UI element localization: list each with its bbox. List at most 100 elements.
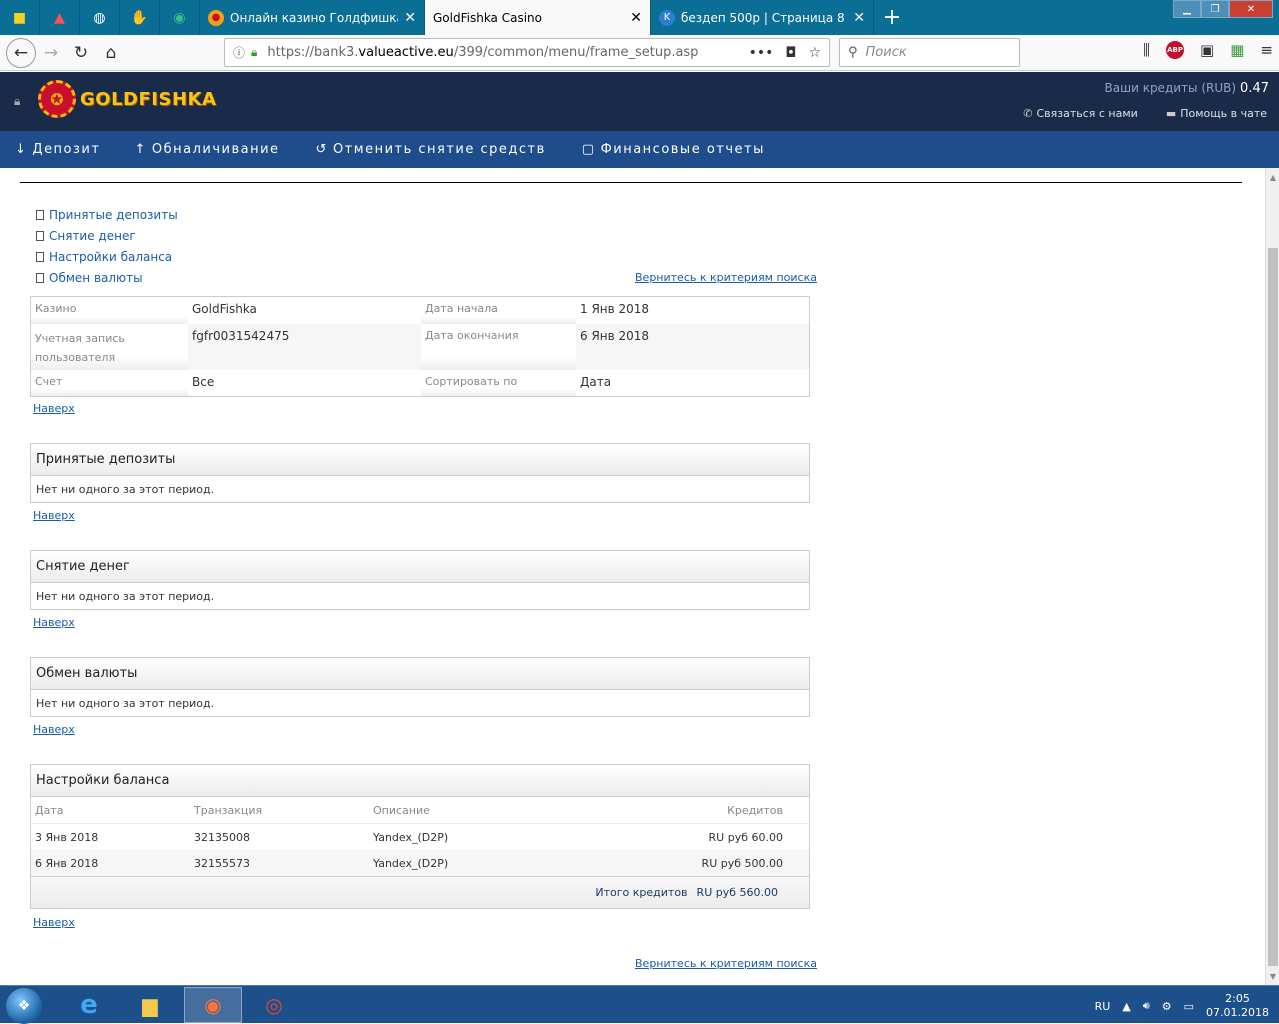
- undo-icon: ↺: [315, 142, 328, 157]
- network-icon[interactable]: ⚙: [1162, 1000, 1172, 1013]
- pinned-tab-4[interactable]: ✋: [120, 0, 160, 35]
- browser-tab-strip: ■ ▲ ◍ ✋ ◉ ● Онлайн казино Голдфишка (G ✕…: [0, 0, 1279, 35]
- tab-goldfishka-casino[interactable]: GoldFishka Casino ✕: [425, 0, 651, 35]
- action-center-icon[interactable]: ▭: [1184, 1000, 1194, 1013]
- extension-icon: ▲: [54, 9, 65, 26]
- home-button[interactable]: ⌂: [96, 38, 126, 68]
- scrollbar-thumb[interactable]: [1268, 248, 1278, 966]
- criteria-value: fgfr0031542475: [192, 329, 290, 343]
- info-icon[interactable]: ⓘ: [233, 44, 245, 61]
- goldfishka-logo[interactable]: ✪ GOLDFISHKA: [38, 80, 216, 118]
- sidebar-icon[interactable]: ▣: [1200, 41, 1214, 59]
- casino-chip-icon: ✪: [38, 80, 76, 118]
- live-chat-link[interactable]: ▬ Помощь в чате: [1166, 107, 1267, 120]
- cell-date: 6 Янв 2018: [35, 856, 99, 870]
- taskbar-firefox[interactable]: ◉: [184, 987, 242, 1023]
- cell-date: 3 Янв 2018: [35, 830, 99, 844]
- scroll-up-icon[interactable]: ▲: [1266, 170, 1279, 184]
- volume-icon[interactable]: 🔊︎: [1143, 999, 1150, 1013]
- url-bar[interactable]: ⓘ 🔒︎ https://bank3.valueactive.eu/399/co…: [224, 38, 830, 67]
- start-button[interactable]: ❖: [6, 988, 42, 1024]
- back-to-top-link[interactable]: Наверх: [33, 723, 75, 736]
- pocket-icon[interactable]: ◘: [785, 45, 796, 61]
- balance-table-header: Дата Транзакция Описание Кредитов: [31, 797, 809, 824]
- close-tab-icon[interactable]: ✕: [404, 10, 416, 26]
- quick-link-label[interactable]: Настройки баланса: [49, 250, 172, 264]
- quick-link-label[interactable]: Снятие денег: [49, 229, 136, 243]
- language-indicator[interactable]: RU: [1095, 1000, 1111, 1013]
- back-to-top-link[interactable]: Наверх: [33, 916, 75, 929]
- column-header-transaction: Транзакция: [194, 803, 263, 817]
- new-tab-button[interactable]: +: [874, 0, 910, 35]
- adblock-icon[interactable]: ABP: [1166, 41, 1185, 59]
- back-to-top-link[interactable]: Наверх: [33, 509, 75, 522]
- back-to-search-link[interactable]: Вернитесь к критериям поиска: [635, 271, 817, 284]
- menu-cashout[interactable]: ↑ Обналичивание: [134, 142, 279, 157]
- maximize-icon[interactable]: ❐: [1201, 0, 1229, 18]
- extension-icon[interactable]: ▦: [1230, 41, 1244, 59]
- casino-favicon: ●: [208, 9, 224, 26]
- page-actions-icon[interactable]: •••: [749, 45, 774, 61]
- forward-button[interactable]: →: [36, 38, 66, 68]
- menu-financial-reports[interactable]: ▢ Финансовые отчеты: [582, 142, 765, 157]
- folder-icon: ▆: [142, 993, 158, 1017]
- criteria-label: Дата окончания: [421, 324, 576, 370]
- pinned-tab-3[interactable]: ◍: [80, 0, 120, 35]
- section-title: Обмен валюты: [31, 658, 809, 690]
- contact-us-link[interactable]: ✆ Связаться с нами: [1023, 107, 1138, 120]
- clock[interactable]: 2:05 07.01.2018: [1206, 992, 1269, 1020]
- close-window-icon[interactable]: ✕: [1229, 0, 1273, 18]
- close-tab-icon[interactable]: ✕: [853, 10, 865, 26]
- quick-link-exchange[interactable]: Обмен валюты: [36, 267, 178, 288]
- tab-forum[interactable]: K бездеп 500р | Страница 8 | Фор ✕: [651, 0, 874, 35]
- tab-goldfishka-online[interactable]: ● Онлайн казино Голдфишка (G ✕: [200, 0, 425, 35]
- minimize-icon[interactable]: ▁: [1173, 0, 1201, 18]
- taskbar-explorer[interactable]: ▆: [121, 987, 179, 1023]
- quick-link-label[interactable]: Обмен валюты: [49, 271, 143, 285]
- windows-taskbar: ❖ e ▆ ◉ ◎ RU ▲ 🔊︎ ⚙ ▭ 2:05 07.01.2018: [0, 985, 1279, 1024]
- taskbar-chrome[interactable]: ◎: [245, 987, 303, 1023]
- vertical-scrollbar[interactable]: ▲ ▼: [1265, 168, 1279, 985]
- pinned-tab-5[interactable]: ◉: [160, 0, 200, 35]
- quick-link-balance[interactable]: Настройки баланса: [36, 246, 178, 267]
- arrow-left-icon: ←: [13, 42, 29, 63]
- section-exchange: Обмен валюты Нет ни одного за этот перио…: [30, 657, 810, 717]
- search-bar[interactable]: ⚲ Поиск: [839, 38, 1020, 67]
- reload-button[interactable]: ↻: [66, 38, 96, 68]
- browser-navbar: ← → ↻ ⌂ ⓘ 🔒︎ https://bank3.valueactive.e…: [0, 35, 1279, 71]
- library-icon[interactable]: ⫼: [1143, 41, 1150, 59]
- url-text: https://bank3.valueactive.eu/399/common/…: [267, 45, 748, 60]
- search-placeholder: Поиск: [865, 45, 907, 60]
- video-icon: ■: [12, 9, 27, 26]
- scroll-down-icon[interactable]: ▼: [1266, 969, 1279, 983]
- arrow-down-icon: ↓: [15, 142, 28, 157]
- secure-lock-icon[interactable]: 🔒︎: [251, 45, 257, 60]
- back-button[interactable]: ←: [6, 37, 36, 68]
- quick-link-label[interactable]: Принятые депозиты: [49, 208, 178, 222]
- chat-label: Помощь в чате: [1180, 107, 1267, 120]
- back-to-search-link[interactable]: Вернитесь к критериям поиска: [635, 957, 817, 970]
- quick-link-withdrawals[interactable]: Снятие денег: [36, 225, 178, 246]
- menu-deposit[interactable]: ↓ Депозит: [15, 142, 100, 157]
- back-to-top-link[interactable]: Наверх: [33, 402, 75, 415]
- pinned-tab-2[interactable]: ▲: [40, 0, 80, 35]
- firefox-icon: ◉: [204, 993, 222, 1017]
- menu-icon[interactable]: ≡: [1260, 41, 1273, 59]
- tray-expand-icon[interactable]: ▲: [1122, 1000, 1130, 1013]
- close-tab-icon[interactable]: ✕: [630, 10, 642, 26]
- document-icon: ▢: [581, 142, 596, 157]
- hand-icon: ✋: [130, 9, 149, 26]
- document-icon: [36, 230, 44, 241]
- back-to-top-link[interactable]: Наверх: [33, 616, 75, 629]
- menu-cancel-withdrawal[interactable]: ↺ Отменить снятие средств: [316, 142, 546, 157]
- clock-time: 2:05: [1225, 992, 1250, 1005]
- document-icon: [36, 272, 44, 283]
- window-controls: ▁ ❐ ✕: [1173, 0, 1273, 18]
- criteria-value: 1 Янв 2018: [580, 302, 650, 316]
- criteria-label: Счет: [31, 370, 188, 396]
- contact-label: Связаться с нами: [1036, 107, 1138, 120]
- pinned-tab-1[interactable]: ■: [0, 0, 40, 35]
- bookmark-star-icon[interactable]: ☆: [808, 45, 821, 61]
- taskbar-ie[interactable]: e: [60, 987, 118, 1023]
- quick-link-deposits[interactable]: Принятые депозиты: [36, 204, 178, 225]
